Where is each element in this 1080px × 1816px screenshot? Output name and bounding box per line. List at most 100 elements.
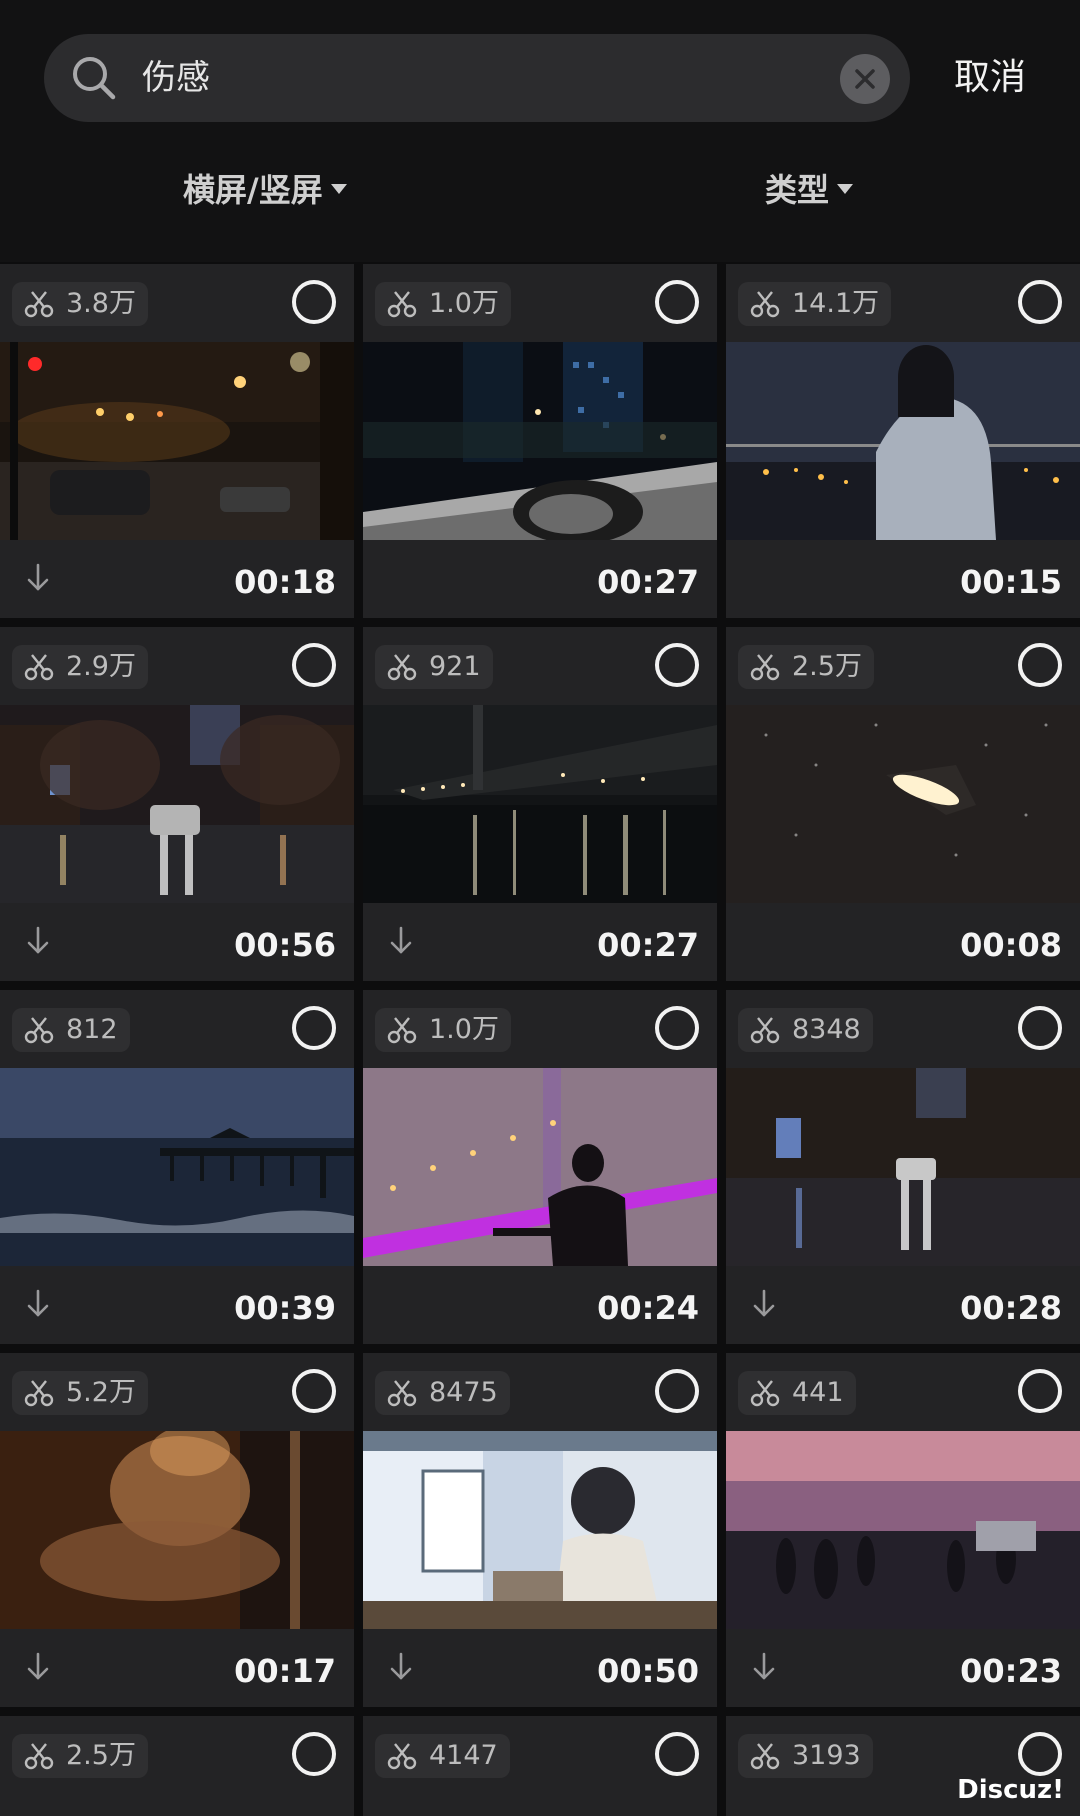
usage-count-badge: 3193 [738, 1734, 873, 1778]
usage-count-badge: 1.0万 [375, 1008, 511, 1052]
download-icon[interactable] [387, 1651, 415, 1687]
download-icon[interactable] [24, 1288, 52, 1324]
select-circle-button[interactable] [292, 643, 336, 687]
video-card[interactable]: 5.2万 00:17 [0, 1353, 354, 1707]
select-circle-button[interactable] [292, 1006, 336, 1050]
select-circle-button[interactable] [292, 1732, 336, 1776]
scissors-icon [750, 1380, 780, 1407]
video-thumbnail[interactable] [363, 342, 717, 540]
search-icon [70, 54, 118, 102]
select-circle-button[interactable] [655, 280, 699, 324]
video-card-header: 5.2万 [0, 1353, 354, 1431]
select-circle-button[interactable] [1018, 280, 1062, 324]
video-card[interactable]: 2.5万 00:08 [726, 627, 1080, 981]
usage-count: 8475 [429, 1377, 498, 1408]
clear-search-button[interactable] [840, 54, 890, 104]
orientation-filter-label: 横屏/竖屏 [183, 171, 323, 209]
video-thumbnail[interactable] [0, 705, 354, 903]
select-circle-button[interactable] [655, 1006, 699, 1050]
video-thumbnail[interactable] [363, 1431, 717, 1629]
video-card[interactable]: 921 00:27 [363, 627, 717, 981]
download-icon[interactable] [750, 1651, 778, 1687]
download-icon[interactable] [387, 925, 415, 961]
video-card[interactable]: 14.1万 00:15 [726, 264, 1080, 618]
video-card[interactable]: 1.0万 00:27 [363, 264, 717, 618]
video-card[interactable]: 8348 00:28 [726, 990, 1080, 1344]
video-thumbnail[interactable] [726, 705, 1080, 903]
video-thumbnail[interactable] [0, 342, 354, 540]
select-circle-button[interactable] [655, 643, 699, 687]
top-bar: 伤感 取消 横屏/竖屏 类型 [0, 0, 1080, 262]
select-circle-button[interactable] [292, 1369, 336, 1413]
video-card-header: 2.9万 [0, 627, 354, 705]
download-icon[interactable] [24, 925, 52, 961]
select-circle-button[interactable] [1018, 1006, 1062, 1050]
video-duration: 00:27 [597, 926, 699, 964]
usage-count-badge: 4147 [375, 1734, 510, 1778]
scissors-icon [24, 654, 54, 681]
video-card[interactable]: 2.5万 [0, 1716, 354, 1816]
video-thumbnail[interactable] [363, 705, 717, 903]
usage-count-badge: 8348 [738, 1008, 873, 1052]
video-card-header: 3.8万 [0, 264, 354, 342]
download-icon[interactable] [750, 1288, 778, 1324]
video-thumbnail[interactable] [0, 1431, 354, 1629]
video-duration: 00:28 [960, 1289, 1062, 1327]
video-card[interactable]: 3.8万 00:18 [0, 264, 354, 618]
search-input[interactable]: 伤感 [142, 34, 210, 122]
video-card-footer: 00:50 [363, 1629, 717, 1707]
usage-count-badge: 921 [375, 645, 493, 689]
video-duration: 00:56 [234, 926, 336, 964]
scissors-icon [387, 291, 417, 318]
video-card-footer: 00:24 [363, 1266, 717, 1344]
scissors-icon [24, 1380, 54, 1407]
video-duration: 00:27 [597, 563, 699, 601]
video-card[interactable]: 2.9万 00:56 [0, 627, 354, 981]
video-card[interactable]: 8475 00:50 [363, 1353, 717, 1707]
video-card-footer: 00:17 [0, 1629, 354, 1707]
video-card-header: 921 [363, 627, 717, 705]
video-card-header: 14.1万 [726, 264, 1080, 342]
usage-count: 2.5万 [66, 1740, 136, 1771]
select-circle-button[interactable] [1018, 1732, 1062, 1776]
orientation-filter[interactable]: 横屏/竖屏 [183, 160, 347, 220]
scissors-icon [387, 1380, 417, 1407]
scissors-icon [750, 654, 780, 681]
scissors-icon [387, 1017, 417, 1044]
video-card-header: 441 [726, 1353, 1080, 1431]
video-card[interactable]: 812 00:39 [0, 990, 354, 1344]
video-thumbnail[interactable] [726, 1431, 1080, 1629]
video-card-header: 8475 [363, 1353, 717, 1431]
video-card-footer: 00:56 [0, 903, 354, 981]
usage-count: 1.0万 [429, 288, 499, 319]
video-card[interactable]: 4147 [363, 1716, 717, 1816]
select-circle-button[interactable] [655, 1732, 699, 1776]
usage-count-badge: 2.5万 [738, 645, 874, 689]
select-circle-button[interactable] [292, 280, 336, 324]
video-card-header: 2.5万 [726, 627, 1080, 705]
video-card-footer: 00:27 [363, 540, 717, 618]
select-circle-button[interactable] [655, 1369, 699, 1413]
usage-count: 441 [792, 1377, 844, 1408]
download-icon[interactable] [24, 562, 52, 598]
video-thumbnail[interactable] [363, 1068, 717, 1266]
cancel-button[interactable]: 取消 [954, 34, 1026, 122]
video-thumbnail[interactable] [726, 1068, 1080, 1266]
video-card-footer: 00:23 [726, 1629, 1080, 1707]
download-icon[interactable] [24, 1651, 52, 1687]
select-circle-button[interactable] [1018, 643, 1062, 687]
video-thumbnail[interactable] [0, 1068, 354, 1266]
type-filter[interactable]: 类型 [765, 160, 854, 220]
usage-count: 3193 [792, 1740, 861, 1771]
video-card-header: 1.0万 [363, 264, 717, 342]
search-bar[interactable]: 伤感 [44, 34, 910, 122]
video-card[interactable]: 441 00:23 [726, 1353, 1080, 1707]
video-thumbnail[interactable] [726, 342, 1080, 540]
usage-count-badge: 441 [738, 1371, 856, 1415]
video-card[interactable]: 1.0万 00:24 [363, 990, 717, 1344]
scissors-icon [387, 1743, 417, 1770]
usage-count: 14.1万 [792, 288, 880, 319]
video-card-header: 812 [0, 990, 354, 1068]
select-circle-button[interactable] [1018, 1369, 1062, 1413]
caret-down-icon [330, 184, 347, 194]
